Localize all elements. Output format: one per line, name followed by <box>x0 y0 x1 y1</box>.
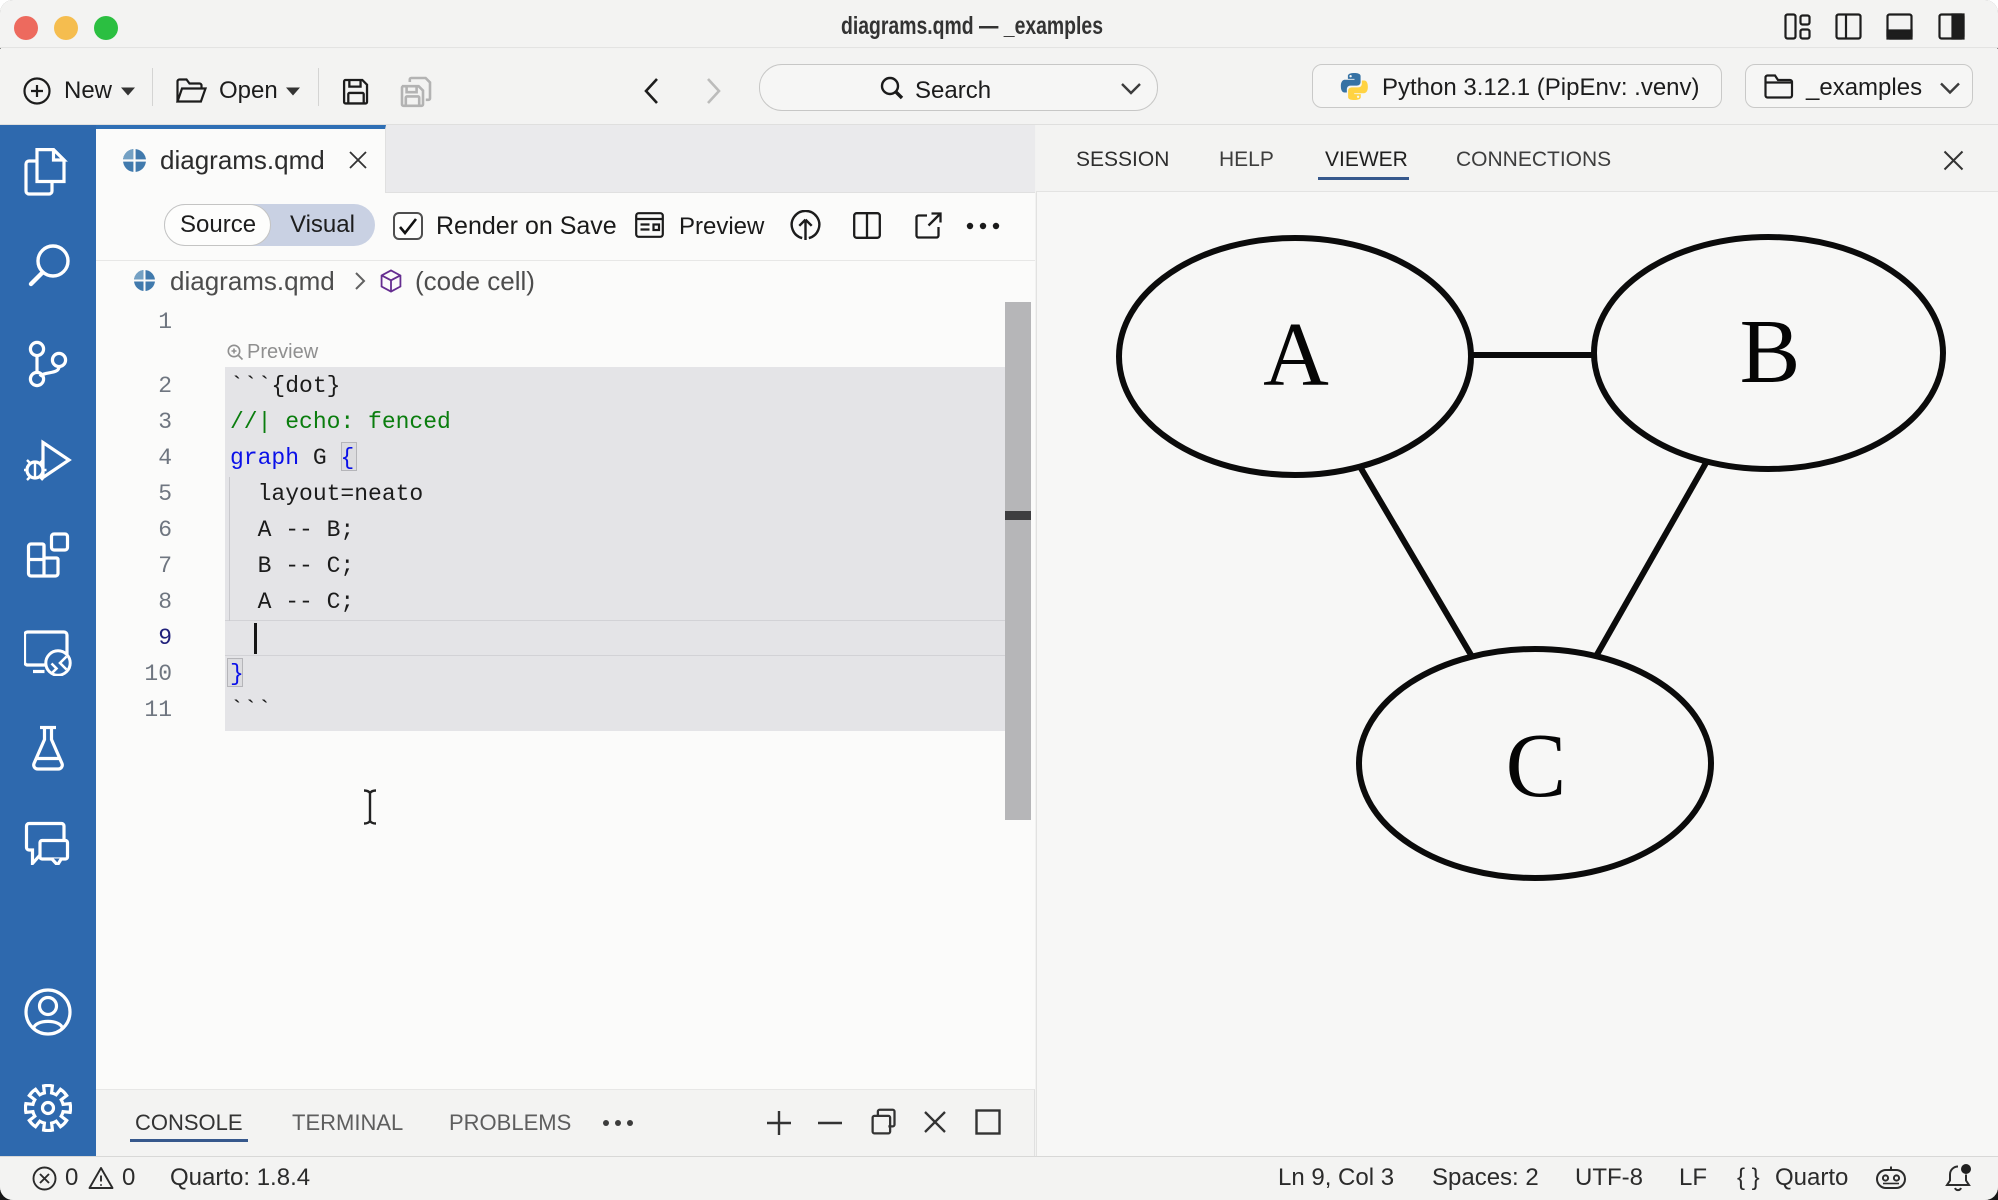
svg-text:C: C <box>1506 715 1567 816</box>
svg-text:B: B <box>1740 301 1801 402</box>
svg-text:A: A <box>1263 304 1329 405</box>
